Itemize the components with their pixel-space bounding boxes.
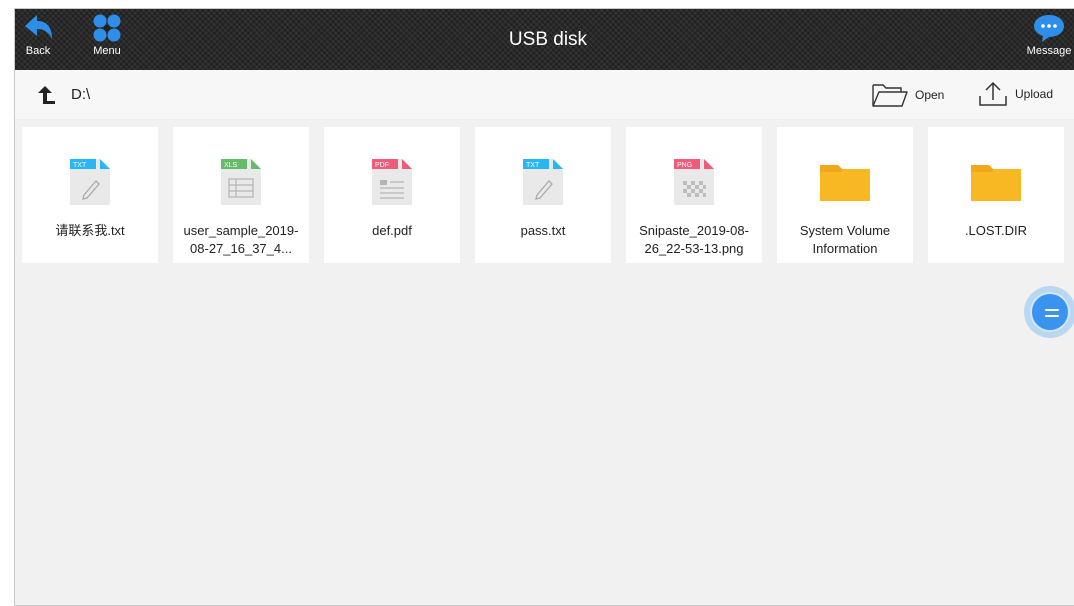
back-label: Back	[25, 45, 51, 57]
file-name: 请联系我.txt	[55, 223, 125, 238]
floating-action-button[interactable]	[1024, 286, 1074, 338]
app-window: Back Menu USB disk Message D:\ Open Uplo…	[14, 8, 1074, 606]
back-arrow-icon	[25, 15, 52, 39]
file-name: user_sample_2019-08-27_16_37_4...	[183, 223, 299, 256]
file-tile[interactable]: XLS user_sample_2019-08-27_16_37_4...	[173, 127, 309, 263]
pdf-file-icon: PDF	[372, 159, 412, 205]
file-tile[interactable]: TXT 请联系我.txt	[22, 127, 158, 263]
menu-label: Menu	[93, 45, 121, 57]
message-label: Message	[1026, 45, 1072, 57]
txt-file-icon: TXT	[523, 159, 563, 205]
folder-tile[interactable]: .LOST.DIR	[928, 127, 1064, 263]
xls-file-icon: XLS	[221, 159, 261, 205]
back-button[interactable]: Back	[21, 13, 55, 67]
menu-lines-icon	[1030, 292, 1070, 332]
file-name: .LOST.DIR	[964, 223, 1028, 238]
file-tile[interactable]: PDF def.pdf	[324, 127, 460, 263]
folder-icon	[971, 165, 1021, 201]
open-folder-icon	[872, 84, 908, 107]
folder-icon	[820, 165, 870, 201]
parent-folder-icon[interactable]	[35, 83, 59, 107]
file-tile[interactable]: PNG Snipaste_2019-08-26_22-53-13.png	[626, 127, 762, 263]
folder-tile[interactable]: System Volume Information	[777, 127, 913, 263]
upload-button[interactable]: Upload	[977, 78, 1053, 110]
open-button[interactable]: Open	[871, 80, 944, 110]
menu-grid-icon	[93, 14, 121, 42]
svg-text:PNG: PNG	[677, 162, 692, 169]
page-title: USB disk	[508, 29, 588, 50]
menu-button[interactable]: Menu	[87, 13, 127, 67]
file-tile[interactable]: TXT pass.txt	[475, 127, 611, 263]
message-bubble-icon	[1034, 15, 1064, 42]
txt-file-icon: TXT	[70, 159, 110, 205]
top-bar: Back Menu USB disk Message	[15, 9, 1074, 70]
current-path: D:\	[71, 86, 91, 103]
file-name: System Volume Information	[799, 223, 891, 256]
app-frame: Back Menu USB disk Message D:\ Open Uplo…	[0, 0, 1074, 606]
svg-text:XLS: XLS	[224, 162, 238, 169]
path-bar: D:\ Open Upload	[15, 70, 1074, 120]
upload-icon	[979, 81, 1007, 106]
file-name: pass.txt	[520, 223, 566, 238]
message-button[interactable]: Message	[1023, 13, 1074, 67]
file-name: def.pdf	[372, 223, 412, 238]
svg-text:TXT: TXT	[73, 162, 87, 169]
file-name: Snipaste_2019-08-26_22-53-13.png	[639, 223, 749, 256]
svg-text:TXT: TXT	[526, 162, 540, 169]
png-file-icon: PNG	[674, 159, 714, 205]
svg-text:PDF: PDF	[375, 162, 389, 169]
open-label: Open	[915, 88, 945, 102]
file-grid: TXT 请联系我.txt XLS user_sample_2019-08-27_…	[22, 127, 1072, 267]
upload-label: Upload	[1015, 87, 1054, 101]
